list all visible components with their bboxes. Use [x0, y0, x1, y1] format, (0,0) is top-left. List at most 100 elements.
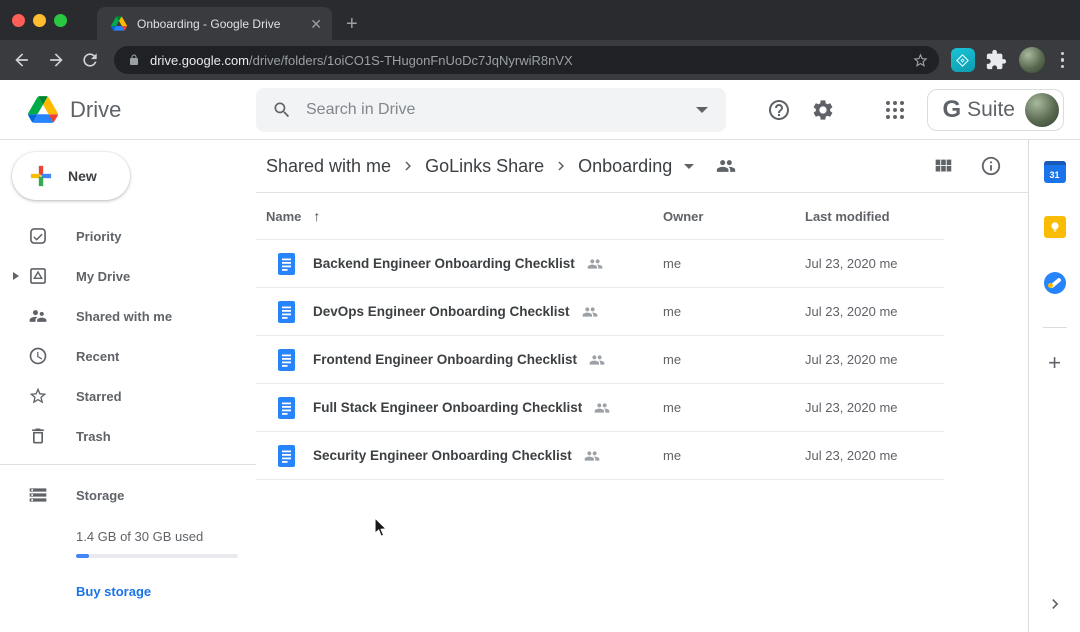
browser-menu-icon[interactable] — [1055, 48, 1071, 73]
star-icon — [28, 386, 48, 406]
breadcrumb-current-folder[interactable]: Onboarding — [578, 156, 672, 177]
browser-tab[interactable]: Onboarding - Google Drive ✕ — [97, 7, 332, 40]
new-button[interactable]: New — [12, 152, 130, 200]
column-header-name[interactable]: Name — [266, 209, 301, 224]
settings-gear-icon[interactable] — [811, 98, 835, 122]
content-area: New Priority My Drive — [0, 140, 1080, 632]
folder-shared-icon — [716, 156, 736, 176]
drive-favicon — [111, 16, 127, 31]
close-window-button[interactable] — [12, 14, 25, 27]
file-name[interactable]: Frontend Engineer Onboarding Checklist — [313, 352, 577, 367]
trash-icon — [28, 426, 48, 446]
google-tasks-icon[interactable] — [1044, 272, 1066, 294]
table-row[interactable]: Security Engineer Onboarding Checklist m… — [256, 432, 944, 480]
back-icon[interactable] — [12, 50, 32, 70]
address-bar[interactable]: drive.google.com/drive/folders/1oiCO1S-T… — [114, 46, 939, 74]
my-drive-icon — [28, 266, 48, 286]
file-modified: Jul 23, 2020 me — [805, 256, 944, 271]
add-addon-button[interactable]: + — [1048, 352, 1061, 374]
table-row[interactable]: Frontend Engineer Onboarding Checklist m… — [256, 336, 944, 384]
folder-menu-caret-icon[interactable] — [684, 164, 694, 169]
browser-window: Onboarding - Google Drive ✕ + drive.goog… — [0, 0, 1080, 632]
file-owner: me — [663, 304, 805, 319]
storage-usage-text: 1.4 GB of 30 GB used — [76, 529, 256, 544]
new-tab-button[interactable]: + — [346, 14, 358, 34]
sidebar-item-my-drive[interactable]: My Drive — [0, 256, 256, 296]
forward-icon[interactable] — [46, 50, 66, 70]
sidebar-item-label: Recent — [76, 349, 119, 364]
file-list: Name ↑ Owner Last modified Backend Engin… — [256, 193, 944, 480]
search-icon[interactable] — [272, 100, 292, 120]
tab-close-icon[interactable]: ✕ — [310, 17, 322, 31]
table-row[interactable]: Backend Engineer Onboarding Checklist me… — [256, 240, 944, 288]
drive-brand[interactable]: Drive — [0, 96, 256, 123]
bookmark-star-icon[interactable] — [912, 52, 929, 69]
collapse-panel-chevron-icon[interactable] — [1045, 594, 1065, 614]
search-options-caret-icon[interactable] — [696, 107, 708, 113]
sidebar-item-shared-with-me[interactable]: Shared with me — [0, 296, 256, 336]
shared-people-icon — [28, 306, 48, 326]
file-modified: Jul 23, 2020 me — [805, 448, 944, 463]
sidebar-item-label: Priority — [76, 229, 122, 244]
storage-progress-fill — [76, 554, 89, 558]
file-shared-icon — [587, 256, 603, 272]
table-row[interactable]: DevOps Engineer Onboarding Checklist me … — [256, 288, 944, 336]
google-keep-icon[interactable] — [1044, 216, 1066, 238]
browser-profile-avatar[interactable] — [1019, 47, 1045, 73]
sidebar-item-starred[interactable]: Starred — [0, 376, 256, 416]
file-shared-icon — [584, 448, 600, 464]
tab-title: Onboarding - Google Drive — [137, 17, 310, 31]
calendar-day-number: 31 — [1049, 170, 1059, 180]
breadcrumb: Shared with me GoLinks Share Onboarding — [256, 140, 1028, 193]
search-input[interactable]: Search in Drive — [256, 88, 726, 132]
file-shared-icon — [589, 352, 605, 368]
file-name[interactable]: DevOps Engineer Onboarding Checklist — [313, 304, 570, 319]
column-header-modified[interactable]: Last modified — [805, 209, 944, 224]
sidebar-item-recent[interactable]: Recent — [0, 336, 256, 376]
storage-icon — [28, 485, 48, 505]
storage-label: Storage — [76, 488, 124, 503]
url-host: drive.google.com — [150, 53, 249, 68]
expand-arrow-icon[interactable] — [13, 272, 19, 280]
chevron-right-icon — [552, 157, 570, 175]
breadcrumb-golinks-share[interactable]: GoLinks Share — [425, 156, 544, 177]
search-placeholder: Search in Drive — [306, 101, 696, 119]
table-row[interactable]: Full Stack Engineer Onboarding Checklist… — [256, 384, 944, 432]
google-docs-icon — [278, 445, 295, 467]
file-name[interactable]: Full Stack Engineer Onboarding Checklist — [313, 400, 582, 415]
sidebar: New Priority My Drive — [0, 140, 256, 632]
file-modified: Jul 23, 2020 me — [805, 400, 944, 415]
extensions-puzzle-icon[interactable] — [985, 49, 1007, 71]
url-text: drive.google.com/drive/folders/1oiCO1S-T… — [150, 53, 912, 68]
file-name[interactable]: Backend Engineer Onboarding Checklist — [313, 256, 575, 271]
file-owner: me — [663, 400, 805, 415]
drive-brand-name: Drive — [70, 97, 121, 123]
drive-header: Drive Search in Drive — [0, 80, 1080, 140]
google-apps-grid-icon[interactable] — [883, 98, 907, 122]
account-avatar[interactable] — [1025, 93, 1059, 127]
google-docs-icon — [278, 349, 295, 371]
buy-storage-link[interactable]: Buy storage — [76, 584, 151, 599]
gsuite-account-badge[interactable]: G Suite — [927, 89, 1064, 131]
tasks-dot — [1048, 283, 1053, 288]
zoom-window-button[interactable] — [54, 14, 67, 27]
column-header-owner[interactable]: Owner — [663, 209, 805, 224]
sidebar-item-storage[interactable]: Storage — [0, 475, 256, 515]
reload-icon[interactable] — [80, 50, 100, 70]
url-path: /drive/folders/1oiCO1S-THugonFnUoDc7JqNy… — [249, 53, 573, 68]
google-docs-icon — [278, 301, 295, 323]
info-icon[interactable] — [980, 155, 1002, 177]
google-calendar-icon[interactable]: 31 — [1044, 161, 1066, 183]
golinks-extension-icon[interactable] — [951, 48, 975, 72]
sidebar-item-priority[interactable]: Priority — [0, 216, 256, 256]
breadcrumb-shared-with-me[interactable]: Shared with me — [266, 156, 391, 177]
file-name[interactable]: Security Engineer Onboarding Checklist — [313, 448, 572, 463]
sidebar-item-label: Starred — [76, 389, 122, 404]
grid-view-icon[interactable] — [932, 155, 954, 177]
sort-ascending-icon[interactable]: ↑ — [313, 208, 320, 224]
file-owner: me — [663, 352, 805, 367]
sidebar-item-trash[interactable]: Trash — [0, 416, 256, 456]
minimize-window-button[interactable] — [33, 14, 46, 27]
help-icon[interactable] — [767, 98, 791, 122]
file-shared-icon — [594, 400, 610, 416]
